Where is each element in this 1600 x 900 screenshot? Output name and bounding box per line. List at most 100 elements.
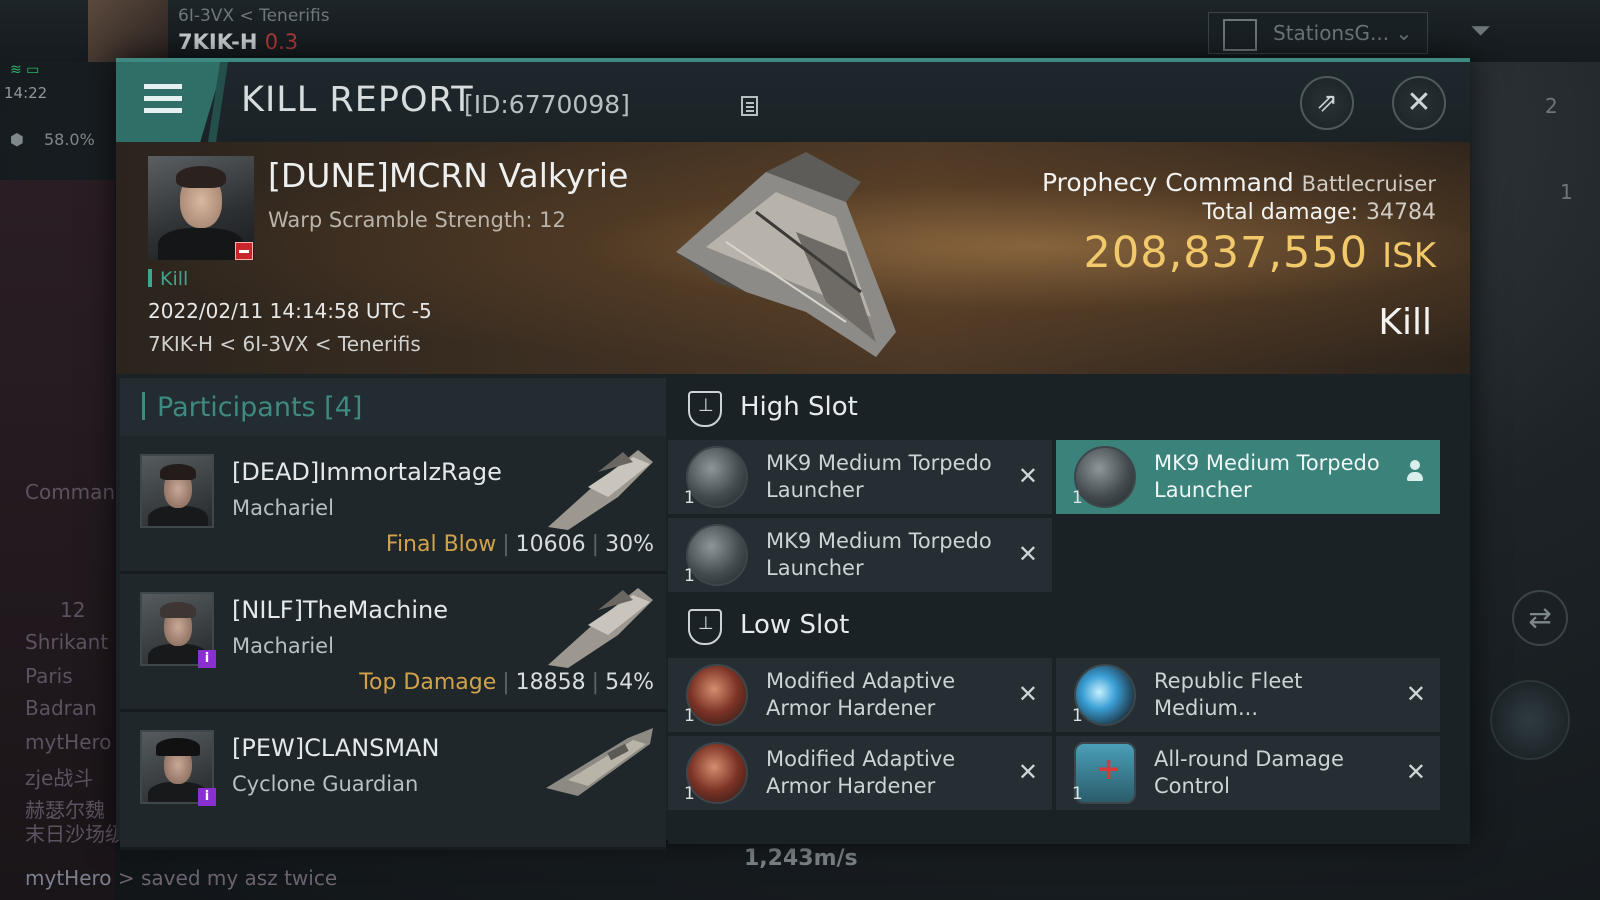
top-damage-tag: Top Damage xyxy=(359,670,497,695)
destroyed-icon: ✕ xyxy=(1017,680,1038,708)
damage-control-icon xyxy=(1074,742,1136,804)
module-button[interactable] xyxy=(1490,680,1570,760)
participant-row[interactable]: [DEAD]ImmortalzRage Machariel Final Blow… xyxy=(120,436,666,574)
participant-damage: 10606 xyxy=(515,532,586,557)
victim-detail: Warp Scramble Strength: 12 xyxy=(268,208,566,232)
torpedo-launcher-icon xyxy=(1074,446,1136,508)
participant-stats: Top Damage | 18858 | 54% xyxy=(359,670,654,695)
info-badge-icon: i xyxy=(198,788,216,806)
participant-damage: 18858 xyxy=(515,670,586,695)
chat-panel[interactable] xyxy=(0,180,115,900)
station-selector[interactable]: StationsG... ⌄ xyxy=(1208,12,1428,54)
destroyed-icon: ✕ xyxy=(1017,540,1038,568)
armor-hardener-icon xyxy=(686,664,748,726)
participant-pct: 30% xyxy=(605,532,654,557)
kill-report-dialog: KILL REPORT [ID:6770098] ⇗ ✕ [DUNE]MCRN … xyxy=(116,58,1470,850)
chat-member-count: 12 xyxy=(60,598,86,622)
result-label: Kill xyxy=(1378,302,1432,343)
copy-icon[interactable] xyxy=(741,96,758,116)
external-link-icon: ⇗ xyxy=(1316,88,1338,118)
kill-location: 7KIK-H < 6I-3VX < Tenerifis xyxy=(148,332,421,356)
participant-ship: Machariel xyxy=(232,496,334,520)
wifi-icon: ≋ ▭ xyxy=(10,62,40,78)
kill-datetime: 2022/02/11 14:14:58 UTC -5 xyxy=(148,299,432,323)
hud-counter-a[interactable]: 2 xyxy=(1545,94,1558,118)
participants-header: Participants [4] xyxy=(120,378,666,436)
ship-class: Battlecruiser xyxy=(1301,172,1436,196)
victim-name[interactable]: [DUNE]MCRN Valkyrie xyxy=(268,156,628,195)
destroyed-icon: ✕ xyxy=(1017,758,1038,786)
cargo-icon: ⬢ xyxy=(10,130,24,149)
participant-ship: Cyclone Guardian xyxy=(232,772,419,796)
cargo-indicator[interactable]: ⬢ 58.0% xyxy=(10,130,95,149)
hostile-badge-icon xyxy=(235,242,253,260)
hud-clock: 14:22 xyxy=(4,84,48,102)
chat-line: Paris xyxy=(25,664,73,688)
chat-last-message: mytHero > saved my asz twice xyxy=(25,866,338,890)
torpedo-launcher-icon xyxy=(686,524,748,586)
module-qty: 1 xyxy=(1072,706,1083,726)
share-button[interactable]: ⇗ xyxy=(1300,76,1354,130)
menu-button[interactable] xyxy=(116,62,224,142)
participant-name: [NILF]TheMachine xyxy=(232,596,449,624)
hud-system[interactable]: 7KIK-H 0.3 xyxy=(178,30,298,54)
destroyed-icon: ✕ xyxy=(1405,680,1426,708)
info-badge-icon: i xyxy=(198,650,216,668)
participant-row[interactable]: i [NILF]TheMachine Machariel Top Damage |… xyxy=(120,574,666,712)
module-item[interactable]: 1 MK9 Medium Torpedo Launcher xyxy=(1056,440,1440,514)
participant-row[interactable]: i [PEW]CLANSMAN Cyclone Guardian xyxy=(120,712,666,850)
pilot-portrait[interactable] xyxy=(88,0,168,62)
participant-ship: Machariel xyxy=(232,634,334,658)
participant-stats: Final Blow | 10606 | 30% xyxy=(385,532,654,557)
module-name: MK9 Medium Torpedo Launcher xyxy=(1154,451,1380,502)
swap-icon[interactable]: ⇄ xyxy=(1512,590,1568,646)
module-item[interactable]: 1 Republic Fleet Medium... ✕ xyxy=(1056,658,1440,732)
dialog-title: KILL REPORT xyxy=(241,80,474,120)
module-name: All-round Damage Control xyxy=(1154,747,1344,798)
chat-line: Badran xyxy=(25,696,97,720)
module-qty: 1 xyxy=(684,784,695,804)
module-name: Modified Adaptive Armor Hardener xyxy=(766,669,956,720)
destroyed-icon: ✕ xyxy=(1017,462,1038,490)
fitting-panel[interactable]: High Slot 1 MK9 Medium Torpedo Launcher … xyxy=(668,378,1470,844)
isk-value: 208,837,550 ISK xyxy=(1083,228,1436,278)
hud-security: 0.3 xyxy=(264,30,299,54)
chat-channel-label: Comman xyxy=(25,480,116,504)
module-qty: 1 xyxy=(684,566,695,586)
speed-readout: 1,243m/s xyxy=(744,846,858,871)
low-slot-grid: 1 Modified Adaptive Armor Hardener ✕ 1 R… xyxy=(668,658,1470,814)
dropped-person-icon xyxy=(1406,460,1424,484)
module-name: Modified Adaptive Armor Hardener xyxy=(766,747,956,798)
close-icon: ✕ xyxy=(1406,85,1432,120)
high-slot-grid: 1 MK9 Medium Torpedo Launcher ✕ 1 MK9 Me… xyxy=(668,440,1470,596)
hud-counter-b[interactable]: 1 xyxy=(1560,180,1573,204)
ship-name[interactable]: Prophecy Command Battlecruiser xyxy=(1042,168,1436,197)
module-qty: 1 xyxy=(1072,488,1083,508)
module-item[interactable]: 1 All-round Damage Control ✕ xyxy=(1056,736,1440,810)
chat-line: mytHero xyxy=(25,730,112,754)
module-name: MK9 Medium Torpedo Launcher xyxy=(766,451,992,502)
module-qty: 1 xyxy=(684,488,695,508)
low-slot-header: Low Slot xyxy=(668,596,1470,658)
total-damage: Total damage: 34784 xyxy=(1202,200,1436,225)
ship-render-icon xyxy=(548,450,653,530)
participant-name: [DEAD]ImmortalzRage xyxy=(232,458,502,486)
filter-icon[interactable]: ⏷ xyxy=(1470,16,1491,47)
participants-panel[interactable]: Participants [4] [DEAD]ImmortalzRage Mac… xyxy=(120,378,666,850)
ship-render-icon xyxy=(548,588,653,668)
module-item[interactable]: 1 MK9 Medium Torpedo Launcher ✕ xyxy=(668,518,1052,592)
module-item[interactable]: 1 MK9 Medium Torpedo Launcher ✕ xyxy=(668,440,1052,514)
close-button[interactable]: ✕ xyxy=(1392,76,1446,130)
participant-pct: 54% xyxy=(605,670,654,695)
module-item[interactable]: 1 Modified Adaptive Armor Hardener ✕ xyxy=(668,736,1052,810)
hud-location-path: 6I-3VX < Tenerifis xyxy=(178,6,330,26)
dialog-header: KILL REPORT [ID:6770098] ⇗ ✕ xyxy=(116,62,1470,146)
module-name: MK9 Medium Torpedo Launcher xyxy=(766,529,992,580)
high-slot-icon xyxy=(688,391,722,427)
ship-render-icon xyxy=(546,728,653,796)
participant-avatar[interactable] xyxy=(140,454,214,528)
participant-name: [PEW]CLANSMAN xyxy=(232,734,440,762)
low-slot-icon xyxy=(688,609,722,645)
module-item[interactable]: 1 Modified Adaptive Armor Hardener ✕ xyxy=(668,658,1052,732)
torpedo-launcher-icon xyxy=(686,446,748,508)
